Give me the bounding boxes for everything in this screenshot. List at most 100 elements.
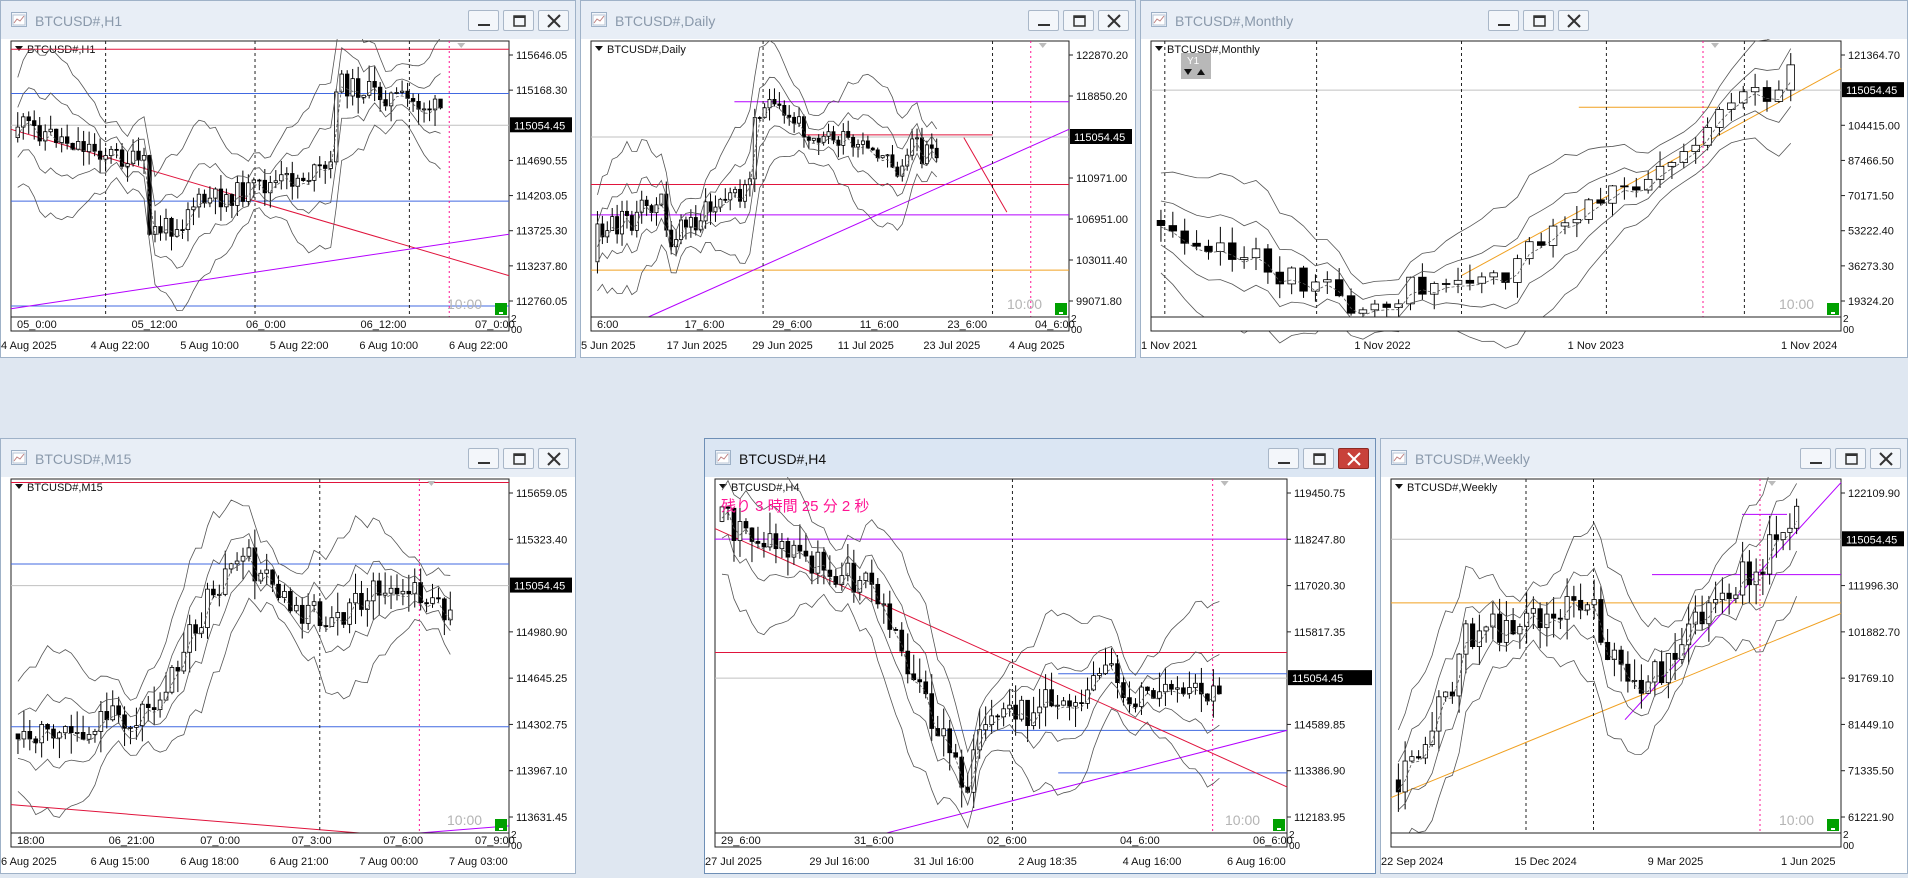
title-bar[interactable]: BTCUSD#,Weekly <box>1381 439 1907 477</box>
chart-window-monthly[interactable]: BTCUSD#,Monthly BTCUSD#,Monthly 121364.70… <box>1140 0 1908 358</box>
candle[interactable] <box>1726 592 1732 599</box>
candle[interactable] <box>1061 700 1066 706</box>
candle[interactable] <box>1181 687 1186 694</box>
candle[interactable] <box>1489 272 1498 278</box>
candle[interactable] <box>1750 87 1760 93</box>
candle[interactable] <box>1517 626 1523 635</box>
candle[interactable] <box>1449 691 1455 697</box>
candle[interactable] <box>134 725 139 728</box>
candle[interactable] <box>1211 685 1216 702</box>
candle[interactable] <box>1422 744 1428 759</box>
candle[interactable] <box>284 173 289 176</box>
time-scrollbar[interactable] <box>590 316 1070 332</box>
candle[interactable] <box>26 116 31 122</box>
candle[interactable] <box>257 179 262 182</box>
candle[interactable] <box>1672 652 1678 660</box>
candle[interactable] <box>442 598 447 621</box>
candle[interactable] <box>1382 303 1391 308</box>
chart-client-area[interactable]: BTCUSD#,Weekly 122109.90 111996.30 101882.7… <box>1381 438 1907 873</box>
candle[interactable] <box>1001 708 1006 718</box>
candle[interactable] <box>1299 267 1308 292</box>
candle[interactable] <box>335 612 341 619</box>
candle[interactable] <box>1497 613 1503 643</box>
chart-window-h1[interactable]: BTCUSD#,H1 BTCUSD#,H1 115646.05 115168.30 1… <box>0 0 576 358</box>
candle[interactable] <box>1655 165 1665 180</box>
candle[interactable] <box>234 560 240 565</box>
candle[interactable] <box>1453 279 1463 285</box>
candle[interactable] <box>306 179 311 182</box>
candle[interactable] <box>1019 699 1024 720</box>
candle[interactable] <box>1007 704 1012 710</box>
candle[interactable] <box>915 137 920 140</box>
maximize-button[interactable] <box>503 448 534 469</box>
chart-client-area[interactable]: BTCUSD#,M15 115659.05 115323.40 114980.90 11… <box>1 477 575 873</box>
candle[interactable] <box>312 164 317 181</box>
candle[interactable] <box>851 562 857 593</box>
candle[interactable] <box>224 194 229 208</box>
candle[interactable] <box>97 150 103 160</box>
candle[interactable] <box>713 206 718 213</box>
candle[interactable] <box>1786 64 1795 91</box>
candle[interactable] <box>983 724 988 731</box>
candle[interactable] <box>412 582 418 595</box>
candle[interactable] <box>809 555 815 574</box>
candle[interactable] <box>1079 702 1084 705</box>
candle[interactable] <box>323 164 328 169</box>
price-chart[interactable]: BTCUSD#,H4 119450.75 118247.80 117020.30 115… <box>705 438 1375 873</box>
candle[interactable] <box>125 163 130 167</box>
candle[interactable] <box>32 120 37 127</box>
candle[interactable] <box>1620 185 1629 188</box>
candle[interactable] <box>669 229 674 248</box>
candle[interactable] <box>169 217 174 237</box>
candle[interactable] <box>1605 641 1611 660</box>
candle[interactable] <box>15 733 21 740</box>
candle[interactable] <box>639 199 644 213</box>
candle[interactable] <box>51 728 56 739</box>
candle[interactable] <box>718 198 723 208</box>
candle[interactable] <box>1513 258 1522 283</box>
candle[interactable] <box>366 81 372 96</box>
candle[interactable] <box>251 179 257 184</box>
candle[interactable] <box>792 116 797 124</box>
candle[interactable] <box>742 184 747 202</box>
candle[interactable] <box>1109 663 1114 666</box>
candle[interactable] <box>295 177 300 187</box>
candle[interactable] <box>98 711 104 732</box>
close-button[interactable] <box>1338 448 1369 469</box>
plot-area[interactable] <box>10 40 510 318</box>
candle[interactable] <box>1665 652 1671 684</box>
candle[interactable] <box>863 572 869 581</box>
candle[interactable] <box>787 114 792 118</box>
candle[interactable] <box>826 131 831 137</box>
candle[interactable] <box>923 681 929 695</box>
candle[interactable] <box>1564 596 1570 620</box>
candle[interactable] <box>1551 613 1557 619</box>
candle[interactable] <box>1163 683 1168 693</box>
candle[interactable] <box>86 143 92 152</box>
candle[interactable] <box>273 180 278 183</box>
candle[interactable] <box>1370 303 1380 311</box>
candle[interactable] <box>1537 608 1543 629</box>
candle[interactable] <box>196 193 202 208</box>
close-button[interactable] <box>538 448 569 469</box>
candle[interactable] <box>1465 279 1475 284</box>
candle[interactable] <box>743 521 749 529</box>
candle[interactable] <box>1156 219 1166 226</box>
candle[interactable] <box>865 140 870 149</box>
chart-window-m15[interactable]: BTCUSD#,M15 BTCUSD#,M15 115659.05 115323.4… <box>0 438 576 874</box>
title-bar[interactable]: BTCUSD#,H1 <box>1 1 575 39</box>
candle[interactable] <box>59 136 64 143</box>
candle[interactable] <box>438 98 443 109</box>
candle[interactable] <box>1441 283 1451 285</box>
candle[interactable] <box>394 587 400 595</box>
candle[interactable] <box>947 728 953 754</box>
candle[interactable] <box>629 215 634 231</box>
candle[interactable] <box>1334 279 1344 297</box>
candle[interactable] <box>1608 185 1617 204</box>
candle[interactable] <box>1490 613 1496 628</box>
candle[interactable] <box>1706 602 1712 625</box>
candle[interactable] <box>831 131 836 141</box>
candle[interactable] <box>140 703 145 727</box>
candle[interactable] <box>427 108 432 111</box>
candle[interactable] <box>881 603 887 606</box>
